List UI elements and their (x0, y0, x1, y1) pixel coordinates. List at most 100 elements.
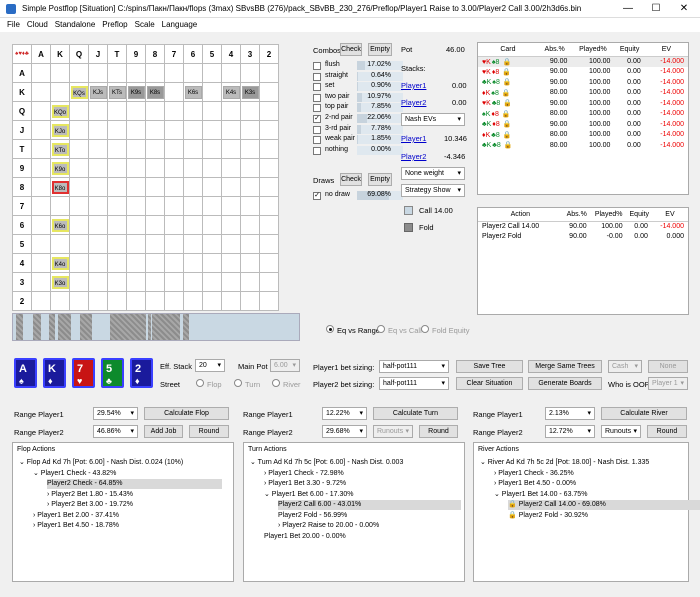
table-header[interactable]: Played% (571, 43, 615, 57)
grid-cell[interactable] (50, 196, 70, 216)
p1-bet-sizing-select[interactable]: half-pot111 (379, 360, 449, 373)
grid-row-header[interactable]: 9 (12, 158, 32, 178)
grid-cell[interactable] (259, 82, 279, 102)
table-header[interactable]: Equity (626, 208, 652, 222)
tree-node[interactable]: › Player2 Raise to 20.00 - 0.00% (278, 521, 383, 531)
grid-cell[interactable] (202, 158, 222, 178)
grid-row-header[interactable]: 3 (12, 272, 32, 292)
lock-icon[interactable]: 🔒 (502, 69, 511, 76)
calculate-river-button[interactable]: Calculate River (601, 407, 687, 420)
table-row[interactable]: ♣K♦8 🔒 90.00 100.00 0.00 -14.000 (478, 119, 688, 130)
lock-icon[interactable]: 🔒 (503, 121, 512, 128)
grid-cell[interactable] (107, 120, 127, 140)
grid-col-header[interactable]: 5 (202, 44, 222, 64)
grid-cell[interactable] (88, 253, 108, 273)
clear-situation-button[interactable]: Clear Situation (456, 377, 523, 390)
grid-cell[interactable] (202, 63, 222, 83)
grid-cell[interactable] (240, 253, 260, 273)
hand-cell[interactable]: K9o (51, 161, 69, 175)
grid-cell[interactable] (259, 101, 279, 121)
table-row[interactable]: ♥K♣8 🔒 90.00 100.00 0.00 -14.000 (478, 98, 688, 109)
grid-cell[interactable] (107, 253, 127, 273)
grid-cell[interactable] (240, 177, 260, 197)
strategy-select[interactable]: Strategy Show (401, 184, 465, 197)
grid-cell[interactable] (69, 101, 89, 121)
grid-col-header[interactable]: 2 (259, 44, 279, 64)
menu-cloud[interactable]: Cloud (27, 18, 48, 32)
hand-cell[interactable]: K4s (222, 85, 240, 99)
grid-cell[interactable] (164, 120, 184, 140)
grid-cell[interactable] (69, 139, 89, 159)
board-card[interactable]: 2 ♦ (130, 358, 153, 388)
grid-col-header[interactable]: 4 (221, 44, 241, 64)
table-row[interactable]: ♥K♦8 🔒 90.00 100.00 0.00 -14.000 (478, 67, 688, 78)
grid-cell[interactable] (202, 82, 222, 102)
menu-standalone[interactable]: Standalone (55, 18, 95, 32)
grid-cell[interactable] (240, 234, 260, 254)
grid-cell[interactable] (126, 158, 146, 178)
tree-node[interactable]: 🔒 Player2 Call 14.00 - 69.08% (508, 500, 700, 510)
river-range-p2-select[interactable]: 12.72% (545, 425, 595, 438)
draws-checkbox[interactable]: ✓ (313, 192, 321, 200)
combos-check-button[interactable]: Check (340, 43, 362, 56)
grid-cell[interactable] (107, 272, 127, 292)
grid-cell[interactable] (69, 196, 89, 216)
grid-cell[interactable] (88, 196, 108, 216)
grid-row-header[interactable]: 2 (12, 291, 32, 311)
grid-cell[interactable] (183, 272, 203, 292)
grid-col-header[interactable]: 6 (183, 44, 203, 64)
grid-cell[interactable] (221, 63, 241, 83)
grid-row-header[interactable]: 6 (12, 215, 32, 235)
flop-range-p1-select[interactable]: 29.54% (93, 407, 138, 420)
grid-cell[interactable] (69, 291, 89, 311)
combos-checkbox[interactable] (313, 136, 321, 145)
hand-cell[interactable]: KQs (70, 85, 88, 99)
grid-cell[interactable] (183, 177, 203, 197)
grid-col-header[interactable]: J (88, 44, 108, 64)
grid-cell[interactable] (69, 120, 89, 140)
tree-node[interactable]: ⌄ Player1 Check - 43.82% (33, 469, 120, 479)
eq-radio-1[interactable] (377, 325, 385, 333)
grid-cell[interactable] (145, 215, 165, 235)
grid-cell[interactable] (145, 272, 165, 292)
table-row[interactable]: ♠K♦8 🔒 80.00 100.00 0.00 -14.000 (478, 109, 688, 120)
grid-col-header[interactable]: 8 (145, 44, 165, 64)
tree-node[interactable]: › Player2 Bet 3.00 - 19.72% (47, 500, 137, 510)
combos-checkbox[interactable] (313, 104, 321, 113)
grid-cell[interactable] (221, 234, 241, 254)
player1-ev-link[interactable]: Player1 (401, 134, 426, 143)
grid-cell[interactable] (202, 177, 222, 197)
grid-cell[interactable] (164, 291, 184, 311)
grid-cell[interactable] (107, 291, 127, 311)
combos-checkbox[interactable] (313, 125, 321, 134)
grid-cell[interactable] (31, 158, 51, 178)
grid-cell[interactable] (164, 82, 184, 102)
grid-cell[interactable]: K9o (50, 158, 70, 178)
combos-row[interactable]: set 0.90% (313, 82, 403, 92)
board-card[interactable]: 5 ♣ (101, 358, 124, 388)
grid-cell[interactable] (221, 253, 241, 273)
grid-row-header[interactable]: A (12, 63, 32, 83)
grid-cell[interactable] (183, 120, 203, 140)
combos-checkbox[interactable] (313, 146, 321, 155)
grid-cell[interactable]: KTs (107, 82, 127, 102)
menu-scale[interactable]: Scale (135, 18, 155, 32)
grid-cell[interactable]: K9s (126, 82, 146, 102)
grid-cell[interactable] (69, 158, 89, 178)
hand-cell[interactable]: K8o (51, 180, 69, 194)
lock-icon[interactable]: 🔒 (508, 512, 517, 519)
grid-cell[interactable] (145, 234, 165, 254)
grid-cell[interactable] (88, 234, 108, 254)
grid-cell[interactable] (202, 101, 222, 121)
combos-row[interactable]: top pair 7.85% (313, 103, 403, 113)
grid-cell[interactable] (145, 177, 165, 197)
tree-node[interactable]: › Player1 Bet 4.50 - 18.78% (33, 521, 123, 531)
menu-language[interactable]: Language (162, 18, 198, 32)
grid-cell[interactable]: KJo (50, 120, 70, 140)
grid-cell[interactable] (259, 215, 279, 235)
draws-row[interactable]: ✓ no draw 69.08% (313, 191, 403, 201)
combos-row[interactable]: straight 0.64% (313, 71, 403, 82)
grid-cell[interactable] (31, 63, 51, 83)
combos-row[interactable]: nothing 0.00% (313, 145, 403, 156)
tree-node[interactable]: Player2 Fold - 56.99% (278, 511, 351, 521)
